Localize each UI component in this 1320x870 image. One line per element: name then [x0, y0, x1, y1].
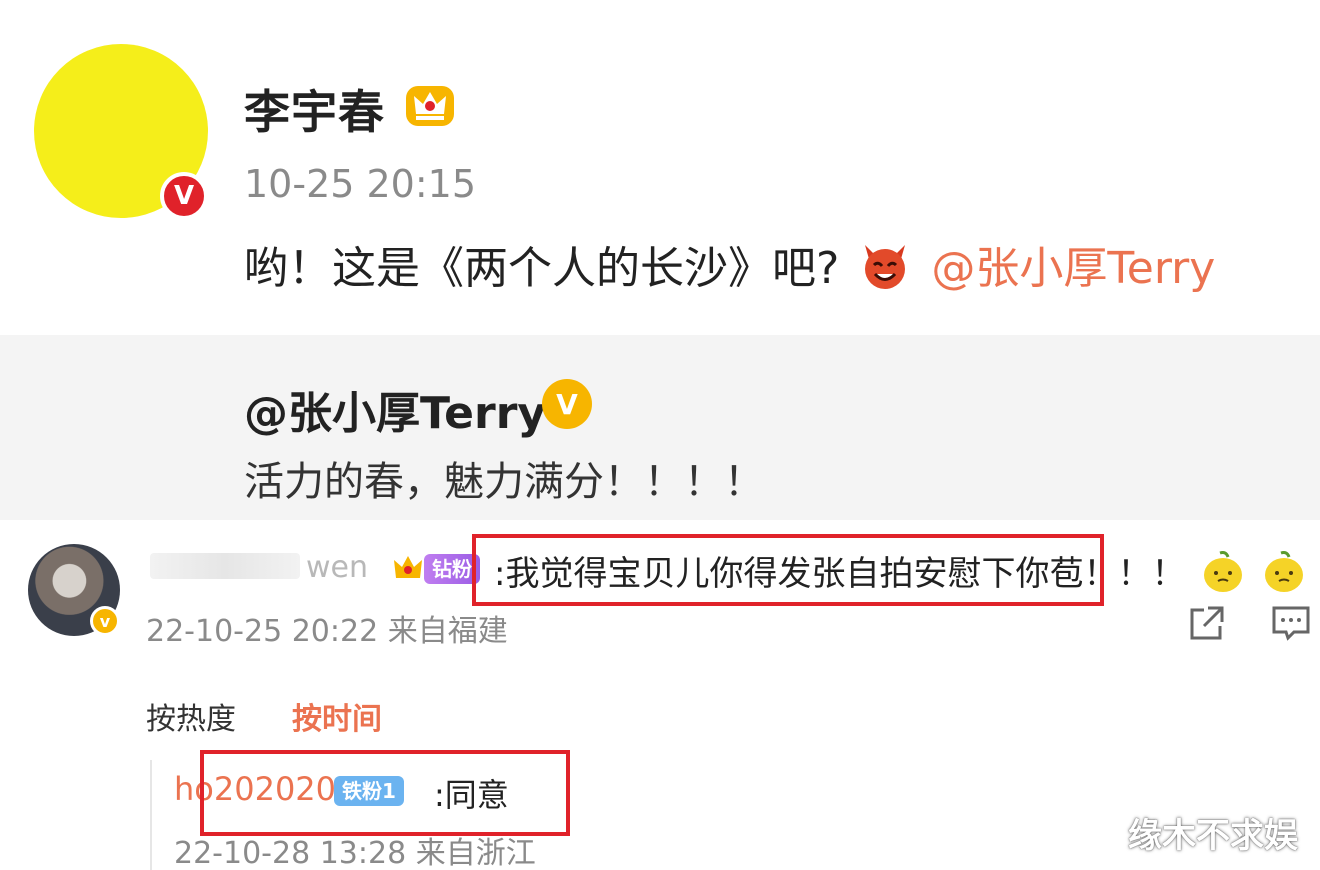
highlight-box: [200, 750, 570, 836]
verified-v-icon: v: [90, 606, 120, 636]
comment-section: v wen 钻粉 :我觉得宝贝儿你得发张自拍安慰下你苞！！！ 22-10-25 …: [0, 520, 1320, 870]
verified-gold-v-icon: V: [542, 379, 592, 429]
blurred-username: [150, 553, 300, 579]
main-post: V 李宇春 10-25 20:15 哟！这是《两个人的长沙》吧? @张小厚Ter…: [0, 0, 1320, 335]
post-content: 哟！这是《两个人的长沙》吧? @张小厚Terry: [244, 232, 1215, 296]
post-timestamp: 10-25 20:15: [244, 162, 477, 206]
comment-icon[interactable]: [1270, 604, 1312, 642]
crown-icon: [406, 86, 454, 126]
commenter-name[interactable]: wen: [150, 550, 368, 585]
lemon-emoji-icon: [1265, 551, 1304, 592]
highlight-box: [472, 534, 1104, 606]
verified-v-icon: V: [160, 172, 208, 220]
share-icon[interactable]: [1186, 604, 1226, 644]
comment-timestamp: 22-10-25 20:22 来自福建: [146, 614, 508, 649]
devil-emoji-icon: [865, 245, 906, 289]
post-text: 哟！这是《两个人的长沙》吧?: [244, 243, 840, 294]
crown-icon: [394, 556, 422, 578]
sort-by-time-tab[interactable]: 按时间: [292, 694, 382, 738]
commenter-name-text: wen: [306, 550, 369, 585]
repost-text: 活力的春，魅力满分！！！！: [244, 459, 764, 505]
author-name[interactable]: 李宇春: [244, 76, 385, 142]
sort-by-hot-tab[interactable]: 按热度: [146, 694, 236, 738]
watermark-text: 缘木不求娱: [1128, 816, 1298, 856]
lemon-emoji-icon: [1204, 551, 1243, 592]
repost-author[interactable]: @张小厚Terry: [244, 377, 546, 441]
reposted-card[interactable]: @张小厚Terry V 活力的春，魅力满分！！！！: [0, 335, 1320, 520]
mention-link[interactable]: @张小厚Terry: [931, 243, 1215, 294]
